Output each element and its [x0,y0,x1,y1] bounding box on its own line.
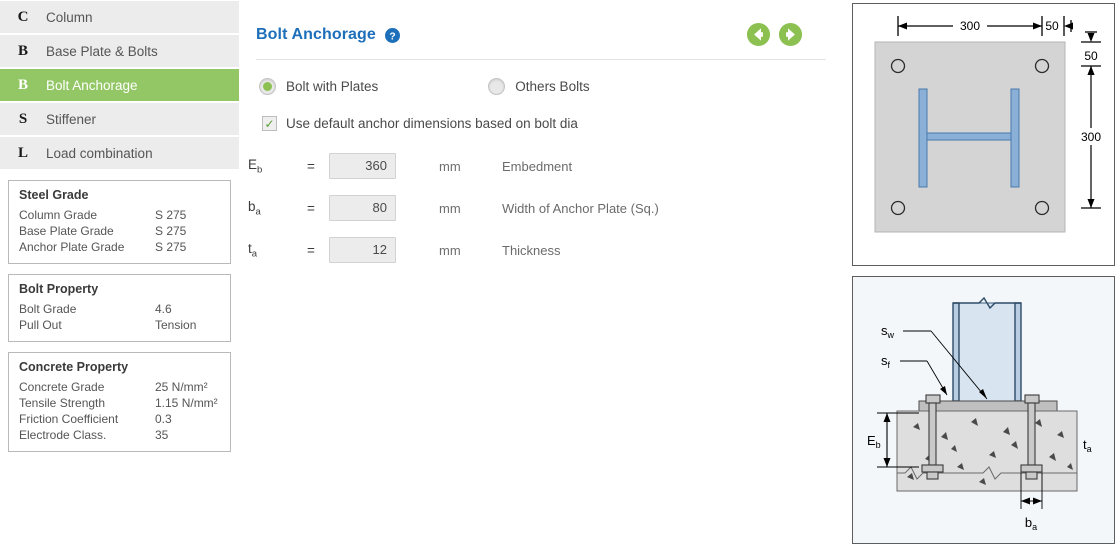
radio-circle-icon [488,78,506,95]
field-description: Thickness [502,242,561,258]
bolt-property-card: Bolt Property Bolt Grade 4.6 Pull Out Te… [8,274,231,342]
anchor-dimensions-fields: Eb = 360 mm Embedment ba = 80 mm Width o… [239,131,850,271]
card-title: Bolt Property [19,282,99,296]
app-root: C Column B Base Plate & Bolts B Bolt Anc… [0,0,1117,546]
card-title: Steel Grade [19,188,89,202]
anchorage-section-view: sw sf Eb ta ba [852,276,1115,544]
sidebar-item-stiffener[interactable]: S Stiffener [0,103,239,137]
property-key: Electrode Class. [19,428,107,442]
property-key: Concrete Grade [19,380,105,394]
field-row-thickness: ta = 12 mm Thickness [239,229,850,271]
property-value: S 275 [155,224,187,238]
bolt-type-radio-group: Bolt with Plates Others Bolts [239,60,850,95]
field-unit: mm [439,158,461,174]
field-row-anchor-plate-width: ba = 80 mm Width of Anchor Plate (Sq.) [239,187,850,229]
field-equals-sign: = [307,158,315,174]
radio-bolt-with-plates[interactable]: Bolt with Plates [259,78,378,95]
page-nav-arrows [746,22,826,47]
field-symbol: ba [248,198,261,218]
property-row: Pull Out Tension [19,317,220,333]
sidebar-item-letter: S [18,110,28,127]
property-value: 25 N/mm² [155,380,208,394]
field-equals-sign: = [307,200,315,216]
property-row: Electrode Class. 35 [19,427,220,443]
plan-dim-right-edge: 50 [1084,49,1098,63]
plan-dim-top-edge: 50 [1045,19,1059,33]
field-unit: mm [439,242,461,258]
property-key: Column Grade [19,208,98,222]
sidebar-item-bolt-anchorage[interactable]: B Bolt Anchorage [0,69,239,103]
embedment-input[interactable]: 360 [329,153,396,179]
use-default-anchor-dimensions-checkbox[interactable]: ✓ Use default anchor dimensions based on… [239,95,850,131]
figure-panel: 300 50 50 300 Column : UC [850,0,1117,546]
page-title: Bolt Anchorage [256,25,376,43]
radio-label: Bolt with Plates [286,79,379,94]
field-symbol: Eb [248,156,263,176]
sidebar-item-label: Load combination [46,145,153,161]
property-key: Base Plate Grade [19,224,114,238]
plan-dim-top-main: 300 [960,19,980,33]
sidebar-item-label: Bolt Anchorage [46,77,138,93]
property-value: 35 [155,428,169,442]
property-key: Bolt Grade [19,302,77,316]
property-row: Tensile Strength 1.15 N/mm² [19,395,220,411]
arrow-right-circle-icon[interactable] [778,22,803,47]
field-symbol: ta [248,240,258,260]
thickness-input[interactable]: 12 [329,237,396,263]
sidebar-item-base-plate-bolts[interactable]: B Base Plate & Bolts [0,35,239,69]
plan-caption-column: Column : UC 203x203x46 [853,265,1114,266]
property-row: Concrete Grade 25 N/mm² [19,379,220,395]
property-value: Tension [155,318,197,332]
steel-grade-card: Steel Grade Column Grade S 275 Base Plat… [8,180,231,264]
card-title: Concrete Property [19,360,129,374]
property-key: Anchor Plate Grade [19,240,125,254]
sidebar-item-letter: L [17,144,28,161]
property-row: Column Grade S 275 [19,207,220,223]
field-row-embedment: Eb = 360 mm Embedment [239,145,850,187]
question-mark-circle-icon[interactable]: ? [384,28,400,43]
field-description: Width of Anchor Plate (Sq.) [502,200,659,216]
sidebar-item-letter: B [17,76,28,93]
concrete-property-card: Concrete Property Concrete Grade 25 N/mm… [8,352,231,452]
property-row: Bolt Grade 4.6 [19,301,220,317]
radio-others-bolts[interactable]: Others Bolts [488,78,590,95]
property-key: Tensile Strength [19,396,106,410]
sidebar-item-label: Base Plate & Bolts [46,43,158,59]
base-plate-plan-view: 300 50 50 300 Column : UC [852,3,1115,266]
main-content: Bolt Anchorage ? Bolt with Plates Others… [239,0,850,546]
property-value: 4.6 [155,302,172,316]
sidebar: C Column B Base Plate & Bolts B Bolt Anc… [0,0,239,462]
sidebar-item-load-combination[interactable]: L Load combination [0,137,239,171]
property-value: S 275 [155,240,187,254]
property-value: 1.15 N/mm² [155,396,218,410]
sidebar-item-letter: C [17,8,29,25]
field-equals-sign: = [307,242,315,258]
anchor-plate-width-input[interactable]: 80 [329,195,396,221]
field-unit: mm [439,200,461,216]
property-key: Friction Coefficient [19,412,119,426]
plan-dim-right-main: 300 [1081,130,1101,144]
field-description: Embedment [502,158,573,174]
property-row: Anchor Plate Grade S 275 [19,239,220,255]
arrow-left-circle-icon[interactable] [746,22,771,47]
radio-label: Others Bolts [515,79,590,94]
sidebar-item-label: Stiffener [46,111,97,127]
sidebar-item-label: Column [46,9,93,25]
property-row: Friction Coefficient 0.3 [19,411,220,427]
sidebar-nav: C Column B Base Plate & Bolts B Bolt Anc… [0,0,239,171]
property-key: Pull Out [19,318,62,332]
sidebar-item-letter: B [17,42,28,59]
page-header: Bolt Anchorage ? [239,0,850,47]
radio-circle-icon [259,78,276,95]
property-value: 0.3 [155,412,172,426]
sidebar-item-column[interactable]: C Column [0,1,239,35]
property-row: Base Plate Grade S 275 [19,223,220,239]
property-value: S 275 [155,208,187,222]
svg-text:?: ? [389,31,395,42]
checkmark-icon: ✓ [262,116,277,131]
checkbox-label: Use default anchor dimensions based on b… [286,116,578,131]
